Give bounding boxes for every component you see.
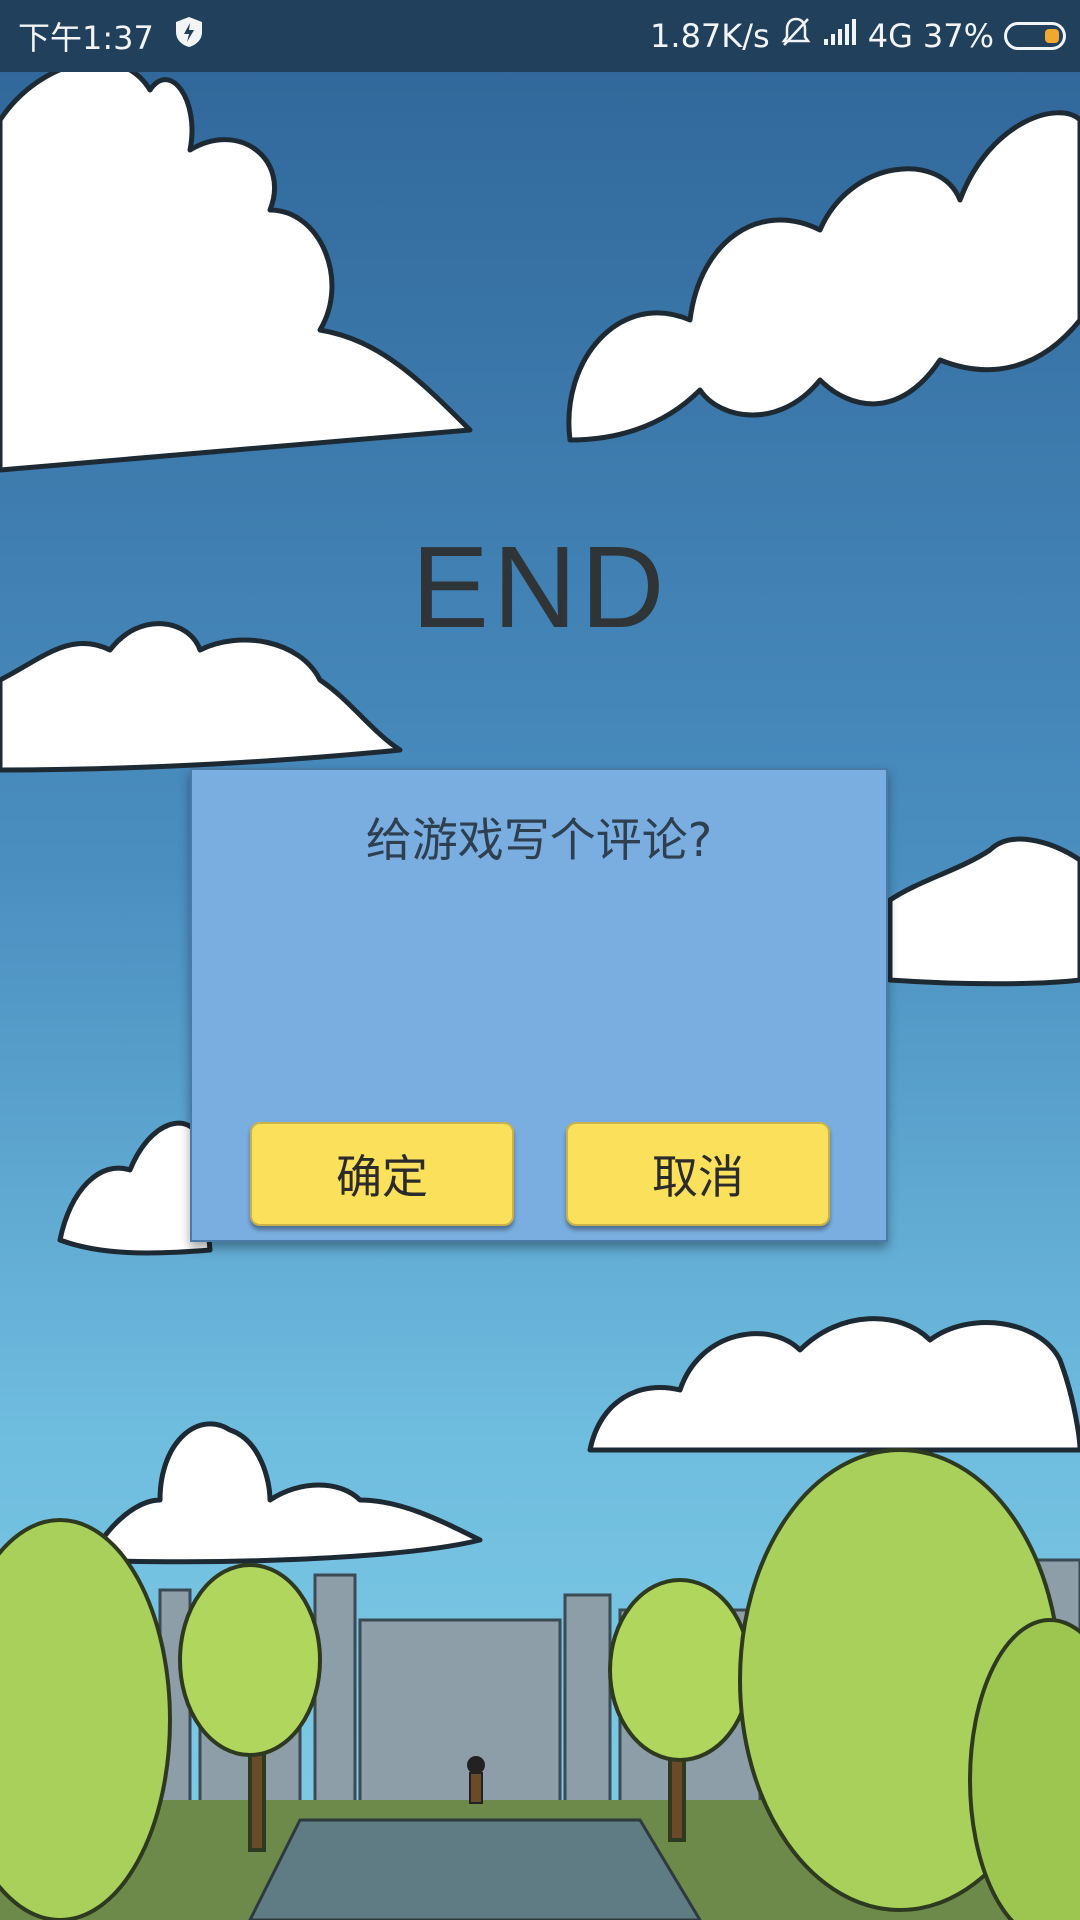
end-title: END — [411, 522, 669, 652]
network-type: 4G — [867, 17, 913, 55]
confirm-button[interactable]: 确定 — [250, 1122, 514, 1226]
status-time: 下午1:37 — [18, 19, 154, 57]
battery-icon — [1004, 22, 1066, 50]
review-dialog: 给游戏写个评论? 确定 取消 — [190, 768, 888, 1242]
net-speed: 1.87K/s — [650, 17, 770, 55]
status-bar: 下午1:37 1.87K/s 4G 37% — [0, 0, 1080, 72]
dialog-title: 给游戏写个评论? — [365, 813, 713, 867]
cancel-button[interactable]: 取消 — [566, 1122, 830, 1226]
battery-percent: 37% — [922, 17, 994, 55]
person-figure — [467, 1756, 485, 1804]
bell-off-icon — [780, 15, 812, 57]
signal-icon — [822, 17, 858, 55]
shield-bolt-icon — [174, 15, 204, 57]
